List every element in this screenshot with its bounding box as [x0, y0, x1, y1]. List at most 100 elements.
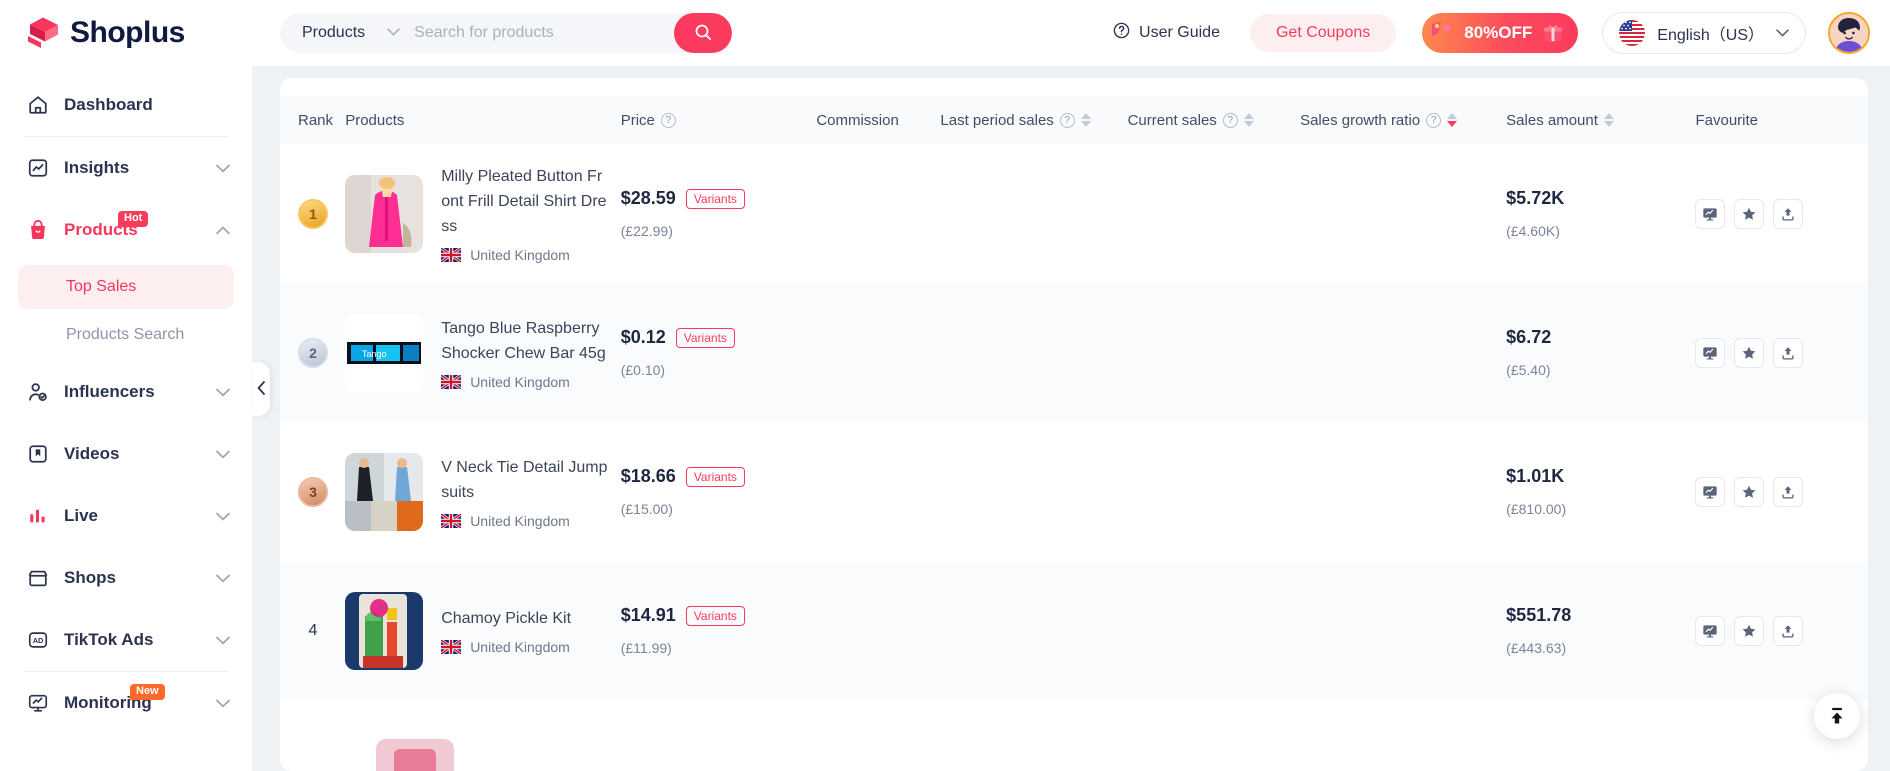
language-label: English（US）: [1657, 27, 1764, 44]
export-button[interactable]: [1773, 337, 1804, 368]
chevron-down-icon: [216, 506, 230, 526]
brand-logo[interactable]: Shoplus: [0, 0, 252, 66]
export-button[interactable]: [1773, 615, 1804, 646]
sidebar-subitem-label: Products Search: [66, 326, 185, 343]
column-header-favourite: Favourite: [1695, 96, 1868, 144]
chevron-down-icon: [216, 382, 230, 402]
chevron-down-icon: [1776, 29, 1789, 37]
sort-toggle[interactable]: [1603, 113, 1614, 127]
cell-price: $18.66 Variants (£15.00): [621, 422, 817, 561]
avatar[interactable]: [1828, 12, 1870, 54]
sidebar-item-products-search[interactable]: Products Search: [18, 313, 234, 357]
product-name[interactable]: V Neck Tie Detail Jumpsuits: [441, 455, 609, 505]
help-icon[interactable]: ?: [1059, 112, 1075, 128]
search-category-select[interactable]: Products: [280, 24, 414, 42]
table-row-partial[interactable]: [280, 700, 1868, 771]
column-header-sales-growth-ratio[interactable]: Sales growth ratio ?: [1300, 96, 1507, 144]
get-coupons-button[interactable]: Get Coupons: [1249, 14, 1397, 52]
sort-toggle-active[interactable]: [1447, 113, 1458, 127]
column-header-last-period-sales[interactable]: Last period sales ?: [940, 96, 1128, 144]
analyze-button[interactable]: [1695, 476, 1726, 507]
price-value: $18.66: [620, 466, 676, 486]
search-input[interactable]: [414, 24, 674, 42]
favourite-button[interactable]: [1734, 337, 1765, 368]
chevron-down-icon: [387, 27, 400, 39]
sidebar-item-live[interactable]: Live: [0, 485, 252, 547]
get-coupons-label: Get Coupons: [1275, 24, 1371, 41]
column-header-sales-amount[interactable]: Sales amount: [1506, 96, 1696, 144]
uk-flag-icon: [440, 512, 463, 529]
cell-price: $0.12 Variants (£0.10): [620, 283, 817, 422]
sidebar-item-tiktok-ads[interactable]: AD TikTok Ads: [0, 609, 252, 671]
column-header-current-sales[interactable]: Current sales ?: [1127, 96, 1301, 144]
table-row[interactable]: 2 Tango Tango Blue Raspberry Shocker Che…: [280, 283, 1868, 422]
language-select[interactable]: English（US）: [1602, 12, 1806, 54]
product-name[interactable]: Chamoy Pickle Kit: [441, 606, 571, 631]
scroll-to-top-button[interactable]: [1814, 693, 1860, 739]
sidebar-item-top-sales[interactable]: Top Sales: [18, 265, 234, 309]
favourite-button[interactable]: [1734, 476, 1765, 507]
amount-local: (£810.00): [1506, 501, 1567, 517]
product-name[interactable]: Tango Blue Raspberry Shocker Chew Bar 45…: [441, 316, 609, 366]
amount-local: (£5.40): [1506, 362, 1551, 378]
amount-value: $5.72K: [1506, 188, 1565, 208]
sidebar-item-insights[interactable]: Insights: [0, 137, 252, 199]
product-name[interactable]: Milly Pleated Button Front Frill Detail …: [441, 164, 609, 239]
table-row[interactable]: 4 Chamoy Pickle Kit United Kingdom $14.9…: [280, 561, 1868, 700]
sort-toggle[interactable]: [1080, 113, 1091, 127]
export-button[interactable]: [1773, 476, 1804, 507]
product-thumbnail[interactable]: Tango: [345, 313, 424, 392]
search-icon: [693, 22, 713, 45]
variants-badge[interactable]: Variants: [685, 188, 745, 209]
export-button[interactable]: [1773, 198, 1804, 229]
sidebar-item-shops[interactable]: Shops: [0, 547, 252, 609]
sidebar-collapse-button[interactable]: [252, 362, 270, 416]
favourite-button[interactable]: [1734, 198, 1765, 229]
analyze-button[interactable]: [1695, 615, 1726, 646]
sidebar-item-products[interactable]: Products Hot: [0, 199, 252, 261]
sidebar-item-monitoring[interactable]: Monitoring New: [0, 672, 252, 734]
promo-discount-button[interactable]: 80%OFF: [1422, 13, 1579, 53]
analyze-button[interactable]: [1695, 198, 1726, 229]
analyze-button[interactable]: [1695, 337, 1726, 368]
variants-badge[interactable]: Variants: [685, 605, 745, 626]
sort-toggle[interactable]: [1243, 113, 1254, 127]
column-header-products: Products: [345, 96, 621, 144]
cell-growth-ratio: 5400%: [1300, 422, 1506, 561]
column-label: Rank: [298, 111, 334, 129]
column-header-rank: Rank: [280, 96, 346, 144]
amount-value: $6.72: [1506, 327, 1552, 347]
video-bookmark-icon: [26, 442, 50, 466]
variants-badge[interactable]: Variants: [675, 327, 735, 348]
product-thumbnail[interactable]: [345, 591, 424, 670]
cell-last-period-sales: 1: [940, 283, 1128, 422]
uk-flag-icon: [440, 373, 463, 390]
help-icon[interactable]: ?: [1222, 112, 1238, 128]
chevron-down-icon: [216, 693, 230, 713]
rank-medal-gold: 1: [298, 198, 328, 229]
variants-badge[interactable]: Variants: [685, 466, 745, 487]
rank-medal-silver: 2: [298, 337, 328, 368]
column-label: Sales amount: [1506, 111, 1598, 129]
sidebar-item-label: Live: [64, 506, 99, 525]
user-guide-button[interactable]: User Guide: [1112, 21, 1220, 45]
sidebar-item-dashboard[interactable]: Dashboard: [0, 74, 252, 136]
table-row[interactable]: 3 V Neck Tie Detail Jumpsuits United Kin…: [280, 422, 1868, 561]
product-country: United Kingdom: [440, 373, 609, 390]
table-header: Rank Products Price ? Commission Last pe…: [280, 96, 1868, 144]
search-button[interactable]: [674, 13, 732, 53]
favourite-button[interactable]: [1734, 615, 1765, 646]
sidebar-item-influencers[interactable]: Influencers: [0, 361, 252, 423]
help-icon[interactable]: ?: [1426, 112, 1442, 128]
global-search: Products: [280, 13, 732, 53]
table-row[interactable]: 1 Milly Pleated Button Front Frill Detai…: [280, 144, 1868, 283]
cell-growth-ratio: 20000%: [1300, 144, 1506, 283]
cell-product: Chamoy Pickle Kit United Kingdom: [345, 561, 621, 700]
sidebar-item-videos[interactable]: Videos: [0, 423, 252, 485]
cell-current-sales: 37: [1127, 561, 1301, 700]
product-thumbnail[interactable]: [345, 174, 424, 253]
help-icon[interactable]: ?: [660, 112, 676, 128]
product-thumbnail[interactable]: [345, 452, 424, 531]
sidebar-item-label: Videos: [64, 444, 120, 463]
cell-product: Tango Tango Blue Raspberry Shocker Chew …: [345, 283, 621, 422]
